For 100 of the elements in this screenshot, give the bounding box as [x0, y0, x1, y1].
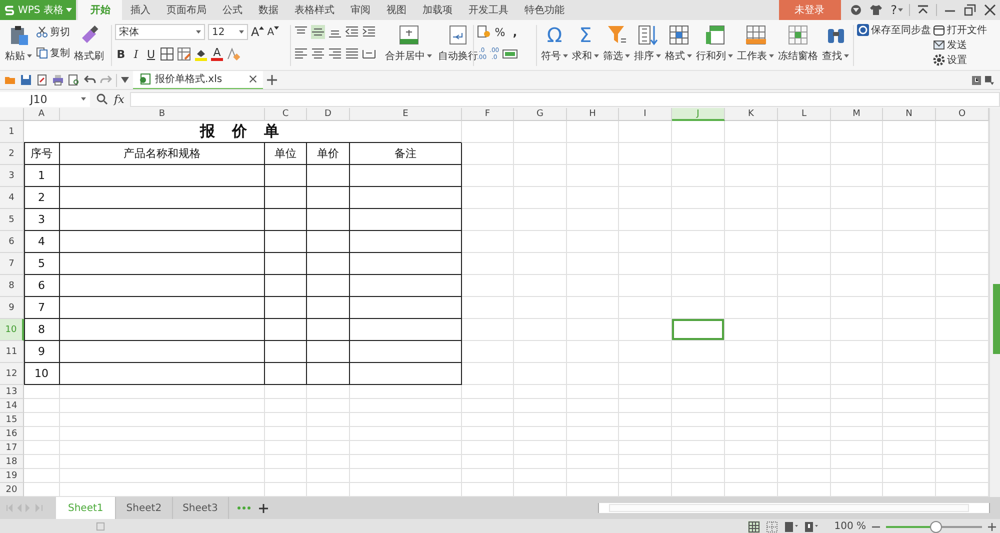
ribbon-tab[interactable]: 表格样式 — [286, 0, 342, 20]
vertical-scrollbar[interactable] — [989, 108, 1000, 497]
row-header[interactable]: 5 — [0, 209, 24, 231]
row-header[interactable]: 1 — [0, 121, 24, 143]
save-icon[interactable] — [20, 74, 32, 86]
scrollbar-thumb[interactable] — [993, 284, 1000, 354]
zoom-search-icon[interactable] — [96, 93, 108, 105]
zoom-in-icon[interactable] — [988, 522, 996, 530]
borders-icon[interactable] — [160, 47, 174, 61]
command-button[interactable]: 筛选 — [602, 23, 631, 64]
command-button[interactable]: Σ 求和 — [571, 23, 600, 64]
row-header[interactable]: 12 — [0, 363, 24, 385]
align-middle-icon[interactable] — [311, 25, 325, 39]
row-header[interactable]: 14 — [0, 399, 24, 413]
page-layout-view-icon[interactable] — [784, 520, 798, 532]
currency-icon[interactable] — [502, 48, 518, 60]
number-format-icon[interactable] — [477, 25, 491, 39]
column-header[interactable]: A — [24, 108, 60, 121]
formula-input[interactable] — [130, 92, 1000, 106]
row-header[interactable]: 8 — [0, 275, 24, 297]
column-header[interactable]: B — [60, 108, 265, 121]
format-painter-button[interactable]: 格式刷 — [73, 23, 105, 64]
row-header[interactable]: 18 — [0, 455, 24, 469]
print-icon[interactable] — [52, 74, 64, 86]
fill-color-icon[interactable] — [194, 47, 208, 61]
side-action-button[interactable]: 发送 — [933, 38, 987, 52]
row-header[interactable]: 6 — [0, 231, 24, 253]
column-header[interactable]: F — [462, 108, 514, 121]
cell-style-icon[interactable] — [177, 47, 191, 61]
export-pdf-icon[interactable] — [36, 74, 48, 86]
command-button[interactable]: 格式 — [664, 23, 693, 64]
row-header[interactable]: 13 — [0, 385, 24, 399]
font-size-field[interactable]: 12 — [208, 24, 248, 40]
document-tab[interactable]: 报价单格式.xls — [133, 70, 263, 90]
comma-style-button[interactable]: , — [509, 24, 521, 40]
command-button[interactable]: 排序 — [633, 23, 662, 64]
align-left-icon[interactable] — [294, 47, 308, 61]
row-header[interactable]: 16 — [0, 427, 24, 441]
row-header[interactable]: 3 — [0, 165, 24, 187]
row-header[interactable]: 9 — [0, 297, 24, 319]
align-center-icon[interactable] — [311, 47, 325, 61]
increase-indent-icon[interactable] — [362, 25, 376, 39]
row-header[interactable]: 4 — [0, 187, 24, 209]
ribbon-tab[interactable]: 审阅 — [342, 0, 378, 20]
close-icon[interactable] — [984, 4, 996, 16]
cut-button[interactable]: 剪切 — [36, 24, 70, 40]
command-button[interactable]: 查找 — [821, 23, 850, 64]
command-button[interactable]: 行和列 — [695, 23, 734, 64]
percent-button[interactable]: % — [494, 24, 506, 40]
font-color-button[interactable]: A — [211, 48, 223, 60]
column-header[interactable]: H — [567, 108, 619, 121]
underline-button[interactable]: U — [145, 46, 157, 62]
command-button[interactable]: 冻结窗格 — [777, 23, 819, 64]
column-header[interactable]: K — [725, 108, 778, 121]
justify-icon[interactable] — [345, 47, 359, 61]
side-action-button[interactable]: 打开文件 — [933, 23, 987, 37]
italic-button[interactable]: I — [130, 46, 142, 62]
add-sheet-plus-icon[interactable] — [258, 504, 268, 512]
normal-view-icon[interactable] — [748, 520, 760, 532]
column-header[interactable]: C — [265, 108, 307, 121]
column-header[interactable]: L — [778, 108, 831, 121]
decrease-indent-icon[interactable] — [345, 25, 359, 39]
ribbon-tab[interactable]: 数据 — [250, 0, 286, 20]
options-icon[interactable] — [985, 76, 994, 84]
distribute-icon[interactable] — [362, 47, 376, 61]
copy-button[interactable]: 复制 — [36, 45, 70, 61]
zoom-slider-thumb[interactable] — [930, 520, 942, 532]
ribbon-tab[interactable]: 特色功能 — [516, 0, 572, 20]
ribbon-tab[interactable]: 公式 — [214, 0, 250, 20]
row-header[interactable]: 7 — [0, 253, 24, 275]
restore-icon[interactable] — [964, 4, 976, 16]
row-header[interactable]: 19 — [0, 469, 24, 483]
ribbon-tab[interactable]: 视图 — [378, 0, 414, 20]
insert-function-button[interactable]: fx — [114, 92, 124, 106]
clear-format-icon[interactable] — [226, 47, 240, 61]
column-header[interactable]: N — [883, 108, 936, 121]
selected-cell[interactable] — [672, 319, 725, 341]
horizontal-scrollbar[interactable] — [598, 503, 990, 513]
close-tab-icon[interactable] — [249, 75, 257, 83]
help-button[interactable]: ? — [886, 0, 898, 20]
row-header[interactable]: 15 — [0, 413, 24, 427]
column-header[interactable]: G — [514, 108, 567, 121]
name-box[interactable]: J10 — [0, 92, 90, 106]
side-action-button[interactable]: 设置 — [933, 53, 987, 67]
new-tab-plus-icon[interactable] — [267, 75, 277, 85]
column-header[interactable]: D — [307, 108, 350, 121]
page-break-view-icon[interactable] — [766, 520, 778, 532]
ribbon-tab[interactable]: 加载项 — [414, 0, 460, 20]
align-right-icon[interactable] — [328, 47, 342, 61]
row-header[interactable]: 11 — [0, 341, 24, 363]
paste-button[interactable]: 粘贴 — [4, 23, 33, 64]
shirt-icon[interactable] — [870, 4, 882, 16]
ribbon-tab[interactable]: 页面布局 — [158, 0, 214, 20]
ribbon-tab[interactable]: 插入 — [122, 0, 158, 20]
row-header[interactable]: 2 — [0, 143, 24, 165]
command-button[interactable]: 工作表 — [736, 23, 775, 64]
font-family-field[interactable]: 宋体 — [115, 24, 205, 40]
column-header[interactable]: E — [350, 108, 462, 121]
caret-icon[interactable] — [121, 77, 129, 83]
skin-icon[interactable] — [850, 4, 862, 16]
